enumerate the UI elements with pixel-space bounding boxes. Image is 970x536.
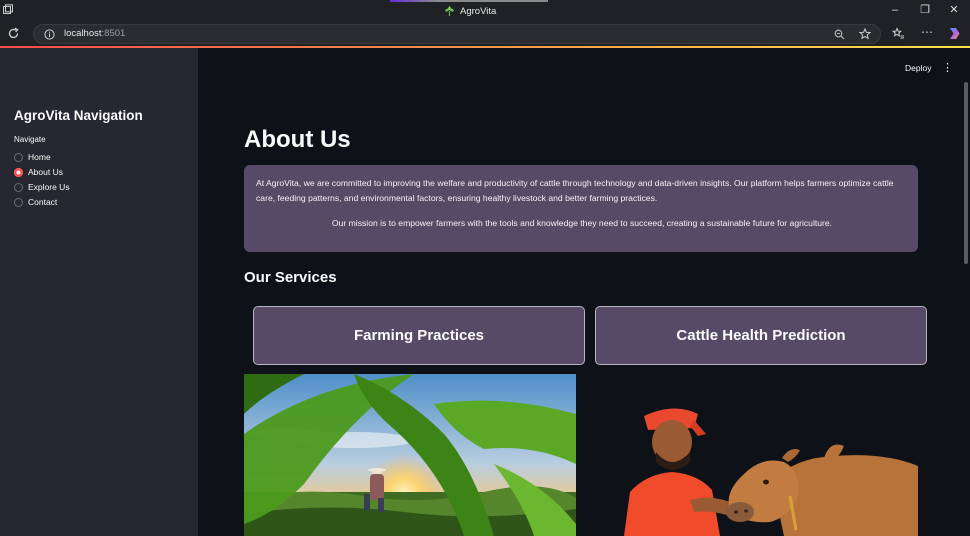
nav-radio-label: About Us [28, 167, 63, 177]
nav-radio-label: Explore Us [28, 182, 70, 192]
main-menu-icon[interactable]: ⋮ [942, 62, 953, 74]
nav-radio-about-us[interactable]: About Us [14, 166, 63, 178]
scrollbar-thumb[interactable] [964, 82, 968, 264]
farming-image [244, 374, 576, 536]
reload-icon[interactable] [7, 27, 20, 40]
favorites-icon[interactable] [892, 27, 905, 40]
nav-radio-explore-us[interactable]: Explore Us [14, 181, 70, 193]
url-text: localhost:8501 [64, 28, 125, 39]
restore-icon[interactable]: ❐ [915, 2, 935, 18]
services-heading: Our Services [244, 269, 337, 286]
nav-radio-label: Home [28, 152, 51, 162]
page-title: About Us [244, 126, 351, 153]
close-window-icon[interactable]: ✕ [944, 2, 964, 18]
service-card-label: Cattle Health Prediction [676, 327, 846, 344]
active-tab-indicator [390, 0, 548, 2]
address-bar[interactable]: localhost:8501 [33, 24, 881, 44]
url-host: localhost [64, 28, 102, 39]
deploy-button[interactable]: Deploy [905, 63, 931, 73]
browser-tab-title: AgroVita [460, 5, 497, 17]
browser-tab[interactable]: AgroVita [444, 3, 496, 19]
cattle-image [594, 400, 918, 536]
service-card-farming-practices[interactable]: Farming Practices [253, 306, 585, 365]
copilot-icon[interactable] [947, 26, 962, 41]
about-card: At AgroVita, we are committed to improvi… [244, 165, 918, 252]
nav-radio-home[interactable]: Home [14, 151, 51, 163]
favorite-star-icon[interactable] [859, 28, 871, 40]
radio-circle[interactable] [14, 182, 23, 192]
more-options-icon[interactable]: ⋯ [921, 26, 933, 38]
zoom-icon[interactable] [834, 29, 845, 40]
navigate-label: Navigate [14, 135, 46, 144]
site-info-icon[interactable] [44, 29, 55, 40]
service-card-label: Farming Practices [353, 327, 485, 344]
agrovita-favicon-icon [445, 5, 454, 16]
nav-radio-contact[interactable]: Contact [14, 196, 57, 208]
service-card-cattle-health[interactable]: Cattle Health Prediction [595, 306, 927, 365]
about-paragraph: At AgroVita, we are committed to improvi… [256, 178, 894, 203]
browser-titlebar: AgroVita – ❐ ✕ [0, 0, 970, 22]
farmer-field-illustration [244, 374, 576, 536]
sidebar-title: AgroVita Navigation [14, 108, 143, 123]
workspaces-icon[interactable] [2, 4, 14, 16]
farmer-with-cow-illustration [624, 408, 918, 536]
nav-radio-label: Contact [28, 197, 58, 207]
browser-toolbar: localhost:8501 ⋯ [0, 22, 970, 46]
mission-paragraph: Our mission is to empower farmers with t… [331, 218, 833, 228]
minimize-icon[interactable]: – [885, 2, 905, 18]
url-port: :8501 [101, 28, 126, 39]
radio-circle-selected[interactable] [14, 167, 23, 177]
radio-circle[interactable] [14, 152, 23, 162]
radio-circle[interactable] [14, 197, 23, 207]
